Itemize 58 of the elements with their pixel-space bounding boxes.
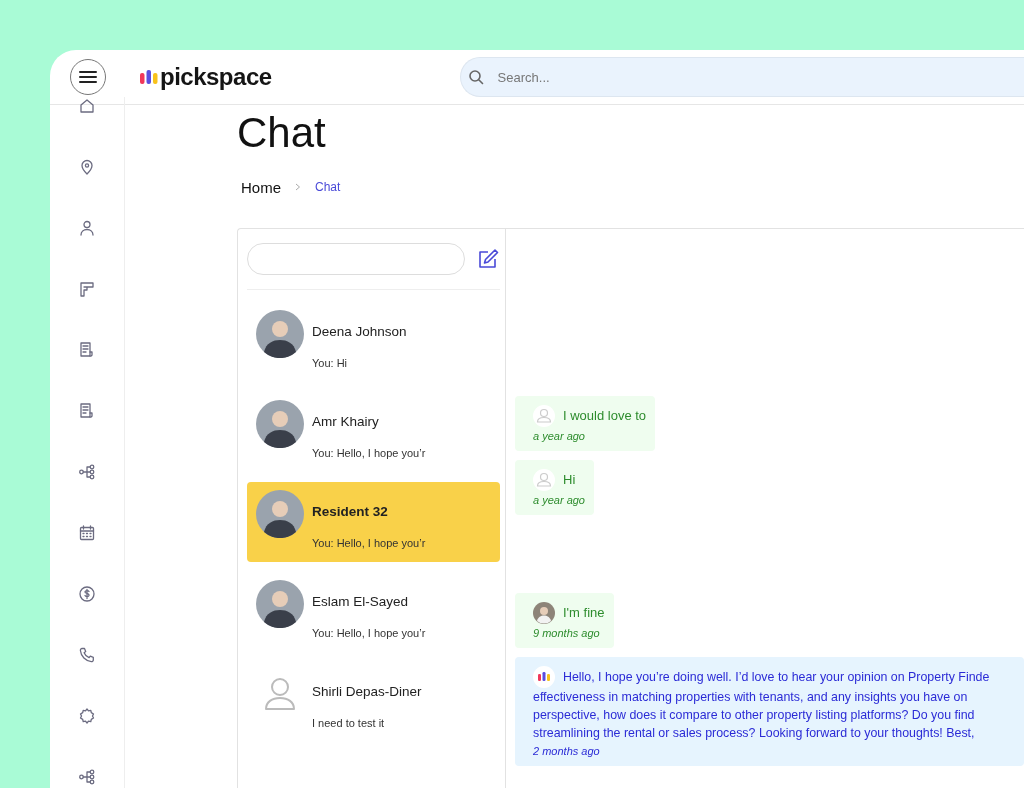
message-preview: You: Hello, I hope you’r — [312, 627, 426, 639]
gear-icon[interactable] — [78, 707, 96, 725]
network-icon[interactable] — [78, 768, 96, 786]
message-text: streamlining the rental or sales process? Looking forward to your thoughts! Best, — [533, 725, 976, 742]
message-preview: You: Hello, I hope you’r — [312, 447, 426, 459]
contact-name: Eslam El-Sayed — [312, 594, 410, 609]
contact-item[interactable]: Shirli Depas-Diner I need to test it — [247, 662, 500, 742]
avatar — [256, 490, 304, 538]
avatar — [256, 580, 304, 628]
edit-icon[interactable] — [477, 248, 499, 270]
avatar — [256, 400, 304, 448]
avatar — [533, 602, 555, 624]
page-title: Chat — [237, 108, 327, 158]
message-time: a year ago — [533, 494, 585, 506]
contact-name: Deena Johnson — [312, 324, 407, 339]
network-icon[interactable] — [78, 463, 96, 481]
message-text: perspective, how does it compare to other property listing platforms? Do you find — [533, 707, 976, 724]
avatar — [256, 310, 304, 358]
document-icon[interactable] — [78, 402, 96, 420]
message-text: Hi — [563, 471, 576, 489]
breadcrumb-link[interactable]: Home — [241, 178, 281, 196]
message-time: 2 months ago — [533, 745, 601, 757]
message-preview: You: Hi — [312, 357, 349, 369]
menu-icon — [78, 69, 98, 85]
message-time: 9 months ago — [533, 627, 601, 639]
logo-icon — [140, 70, 158, 84]
message-preview: You: Hello, I hope you’r — [312, 537, 426, 549]
floor-plan-icon[interactable] — [78, 280, 96, 298]
calendar-icon[interactable] — [78, 524, 96, 542]
avatar-icon — [533, 469, 555, 491]
contact-item[interactable]: Resident 32 You: Hello, I hope you’r — [247, 482, 500, 562]
dollar-icon[interactable] — [78, 585, 96, 603]
avatar-icon — [533, 405, 555, 427]
message-text: I'm fine — [563, 604, 605, 622]
search-field[interactable]: Search... — [459, 57, 1024, 97]
document-icon[interactable] — [78, 341, 96, 359]
message-text: effectiveness in matching properties with tenants, and any insights you have on — [533, 689, 969, 706]
location-pin-icon[interactable] — [78, 158, 96, 176]
contact-name: Amr Khairy — [312, 414, 380, 429]
contact-item[interactable]: Eslam El-Sayed You: Hello, I hope you’r — [247, 572, 500, 652]
home-icon[interactable] — [78, 97, 96, 115]
message-time: a year ago — [533, 430, 586, 442]
contact-name: Shirli Depas-Diner — [312, 684, 422, 699]
contact-name: Resident 32 — [312, 504, 389, 519]
chevron-icon — [295, 183, 301, 191]
message-preview: I need to test it — [312, 717, 386, 729]
contact-item[interactable]: Deena Johnson You: Hi — [247, 302, 500, 382]
logo-icon — [533, 666, 555, 688]
contact-item[interactable]: Amr Khairy You: Hello, I hope you’r — [247, 392, 500, 472]
logo-text: pickspace — [160, 63, 272, 91]
search-field[interactable] — [247, 243, 465, 275]
search-icon — [467, 69, 484, 85]
breadcrumb-link[interactable]: Chat — [315, 180, 341, 194]
phone-icon[interactable] — [78, 646, 96, 664]
menu-button[interactable] — [70, 59, 106, 95]
message-text: Hello, I hope you’re doing well. I’d love to hear your opinion on Property Finde — [563, 669, 990, 686]
person-icon[interactable] — [78, 219, 96, 237]
message-text: I would love to — [563, 407, 647, 425]
